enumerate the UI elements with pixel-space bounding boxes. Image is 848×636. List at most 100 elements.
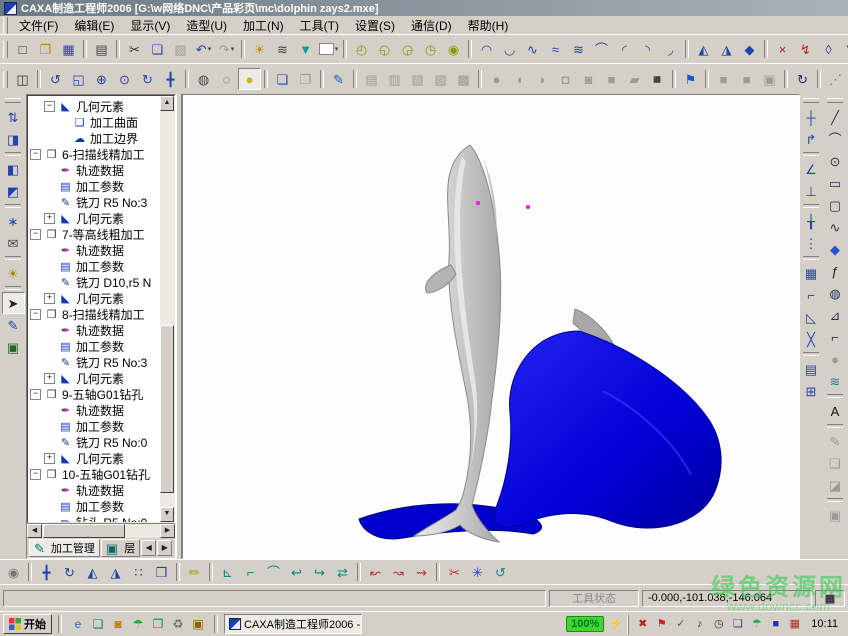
tree-node[interactable]: ▤加工参数 xyxy=(28,338,160,354)
tree-expander[interactable]: − xyxy=(30,389,41,400)
message-tool[interactable]: ✉ xyxy=(2,232,25,254)
tree-node[interactable]: −❐7-等高线粗加工 xyxy=(28,226,160,242)
wireframe-display-button[interactable]: ◍ xyxy=(192,68,215,90)
network-error-icon[interactable]: ✖ xyxy=(633,615,652,634)
tree-node[interactable]: ✒轨迹数据 xyxy=(28,322,160,338)
groove-machining-button[interactable]: ⌒ xyxy=(590,38,613,60)
surface-machining-button[interactable]: ≋ xyxy=(567,38,590,60)
text-tool[interactable]: A xyxy=(824,400,847,422)
pan-view-button[interactable]: ╋ xyxy=(159,68,182,90)
tree-node[interactable]: ✒轨迹数据 xyxy=(28,482,160,498)
filter-button[interactable]: ▼ xyxy=(294,38,317,60)
perpendicular-tool[interactable]: ⊥ xyxy=(800,180,823,202)
solid-8-button[interactable]: ◾ xyxy=(646,68,669,90)
contour-machining-button[interactable]: ≈ xyxy=(544,38,567,60)
polyline-tool[interactable]: ⊿ xyxy=(824,304,847,326)
tree-node[interactable]: −❐8-扫描线精加工 xyxy=(28,306,160,322)
tree-node[interactable]: ✎铣刀 R5 No:3 xyxy=(28,354,160,370)
model-check-tool[interactable]: ◨ xyxy=(2,128,25,150)
tab-scroll-right[interactable]: ▶ xyxy=(157,540,172,556)
feature-5-button[interactable]: ▩ xyxy=(452,68,475,90)
ruler-tool[interactable]: ⌐ xyxy=(800,284,823,306)
coordinate-axis-tool[interactable]: ┼ xyxy=(800,106,823,128)
status-grid-button[interactable]: ▦ xyxy=(815,590,845,607)
drill-machining-button[interactable]: ◞ xyxy=(659,38,682,60)
tree-node[interactable]: +◣几何元素 xyxy=(28,210,160,226)
triangle-ruler-tool[interactable]: ◺ xyxy=(800,306,823,328)
tree-node[interactable]: ✒轨迹数据 xyxy=(28,162,160,178)
feature-1-button[interactable]: ▤ xyxy=(360,68,383,90)
restore-button[interactable]: ↺ xyxy=(489,561,512,583)
new-window-button[interactable]: ◫ xyxy=(11,68,34,90)
sketch-pen-button[interactable]: ✎ xyxy=(327,68,350,90)
tree-expander[interactable]: − xyxy=(30,229,41,240)
tree-node[interactable]: ▤加工参数 xyxy=(28,178,160,194)
tree-expander[interactable]: + xyxy=(44,453,55,464)
tab-machining-manage[interactable]: ✎加工管理 xyxy=(29,539,100,557)
extend-button[interactable]: ↩ xyxy=(285,561,308,583)
layer-settings-button[interactable]: ❐ xyxy=(294,68,317,90)
shorten-button[interactable]: ↪ xyxy=(308,561,331,583)
gcode-button[interactable]: ◊ xyxy=(817,38,840,60)
delete-path-button[interactable]: × xyxy=(771,38,794,60)
tree-node[interactable]: ▤加工参数 xyxy=(28,498,160,514)
tab-scroll-left[interactable]: ◀ xyxy=(141,540,156,556)
trim-button[interactable]: ⊾ xyxy=(216,561,239,583)
menu-machining[interactable]: 加工(N) xyxy=(235,16,292,34)
tree-node[interactable]: +◣几何元素 xyxy=(28,450,160,466)
sketch-flag-button[interactable]: ⚑ xyxy=(679,68,702,90)
tree-expander[interactable]: + xyxy=(44,213,55,224)
tree-node[interactable]: ☁加工边界 xyxy=(28,130,160,146)
polygon-tool[interactable]: ● xyxy=(824,348,847,370)
update-check-icon[interactable]: ✓ xyxy=(671,615,690,634)
solid-4-button[interactable]: ◘ xyxy=(554,68,577,90)
tree-expander[interactable]: − xyxy=(30,469,41,480)
rectangle-tool[interactable]: ▭ xyxy=(824,172,847,194)
undo-button[interactable]: ↶▾ xyxy=(192,38,215,60)
tree-node[interactable]: ✎铣刀 R5 No:3 xyxy=(28,194,160,210)
hide-panel-button[interactable]: ◉ xyxy=(2,561,25,583)
toolpath-sim-button[interactable]: ◭ xyxy=(692,38,715,60)
snap-settings-tool[interactable]: ∗ xyxy=(2,210,25,232)
image-tool[interactable]: ▣ xyxy=(2,336,25,358)
curve-smooth-button[interactable]: ⇝ xyxy=(410,561,433,583)
start-button[interactable]: 开始 xyxy=(3,614,52,634)
formula-curve-tool[interactable]: ƒ xyxy=(824,260,847,282)
scroll-up-button[interactable]: ▲ xyxy=(160,96,174,111)
tree-node[interactable]: −❐6-扫描线精加工 xyxy=(28,146,160,162)
boolean-2-button[interactable]: ■ xyxy=(735,68,758,90)
feature-4-button[interactable]: ▨ xyxy=(429,68,452,90)
show-desktop-icon[interactable]: ❏ xyxy=(88,614,108,634)
menu-comm[interactable]: 通信(D) xyxy=(403,16,460,34)
recycle-icon[interactable]: ♻ xyxy=(168,614,188,634)
scroll-track[interactable] xyxy=(42,524,160,538)
tree-expander[interactable]: − xyxy=(30,309,41,320)
tree-node[interactable]: +◣几何元素 xyxy=(28,290,160,306)
datum-axis-tool[interactable]: ╁ xyxy=(800,210,823,232)
curve-gen-1-button[interactable]: ◴ xyxy=(350,38,373,60)
sheet-tool[interactable]: ▤ xyxy=(800,358,823,380)
menu-view[interactable]: 显示(V) xyxy=(122,16,178,34)
tree-node[interactable]: ✒轨迹数据 xyxy=(28,242,160,258)
menu-model[interactable]: 造型(U) xyxy=(178,16,235,34)
umbrella-tray-icon[interactable]: ☂ xyxy=(747,615,766,634)
menu-settings[interactable]: 设置(S) xyxy=(347,16,403,34)
tree-expander[interactable]: + xyxy=(44,293,55,304)
post-process-button[interactable]: ↯ xyxy=(794,38,817,60)
volume-icon[interactable]: ♪ xyxy=(690,615,709,634)
coord-curve-tool[interactable]: ⇅ xyxy=(2,106,25,128)
shaded-display-button[interactable]: ● xyxy=(238,68,261,90)
power-plug-icon[interactable]: ⚡ xyxy=(607,613,625,635)
corner-trim-button[interactable]: ⌐ xyxy=(239,561,262,583)
tree-expander[interactable]: − xyxy=(30,149,41,160)
menu-help[interactable]: 帮助(H) xyxy=(460,16,517,34)
boolean-1-button[interactable]: ■ xyxy=(712,68,735,90)
scroll-left-button[interactable]: ◀ xyxy=(27,524,42,538)
tree-node[interactable]: −❐9-五轴G01钻孔 xyxy=(28,386,160,402)
tree-node[interactable]: ✒轨迹数据 xyxy=(28,402,160,418)
finish-machining-button[interactable]: ◡ xyxy=(498,38,521,60)
arc-tool[interactable]: ⌒ xyxy=(824,128,847,150)
wave-surface-tool[interactable]: ≋ xyxy=(824,370,847,392)
viewport-3d[interactable] xyxy=(182,94,800,559)
curve-gen-4-button[interactable]: ◷ xyxy=(419,38,442,60)
